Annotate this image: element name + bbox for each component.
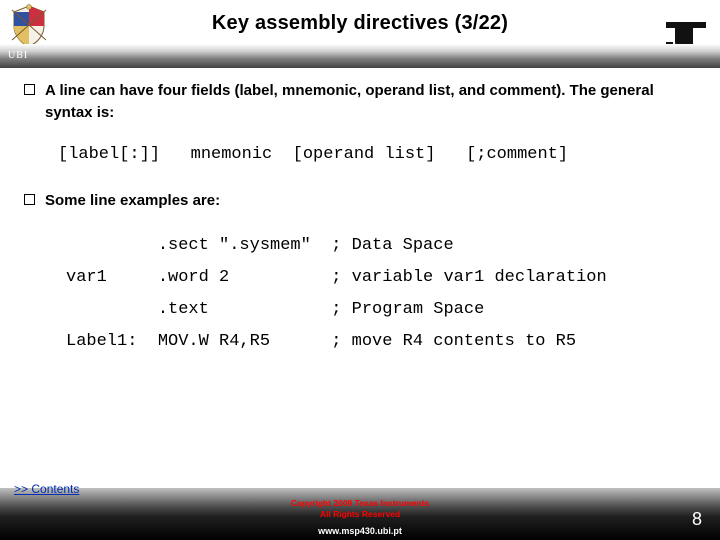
footer-url: www.msp430.ubi.pt: [0, 526, 720, 536]
slide-content: A line can have four fields (label, mnem…: [24, 80, 696, 359]
header-gradient: [0, 44, 720, 68]
copyright-block: Copyright 2009 Texas Instruments All Rig…: [0, 498, 720, 520]
crest-logo: [6, 2, 52, 48]
bullet-1: A line can have four fields (label, mnem…: [24, 80, 696, 124]
page-number: 8: [692, 509, 702, 530]
slide-header: Key assembly directives (3/22) UBI: [0, 0, 720, 68]
ubi-label: UBI: [8, 50, 28, 61]
slide-footer: >> Contents Copyright 2009 Texas Instrum…: [0, 488, 720, 540]
page-title: Key assembly directives (3/22): [0, 12, 720, 35]
bullet-box-icon: [24, 194, 35, 205]
contents-link[interactable]: >> Contents: [14, 482, 79, 496]
copyright-line-2: All Rights Reserved: [320, 509, 400, 519]
bullet-2: Some line examples are:: [24, 190, 696, 212]
syntax-line: [label[:]] mnemonic [operand list] [;com…: [58, 142, 696, 168]
bullet-2-text: Some line examples are:: [45, 190, 220, 212]
example-block: .sect ".sysmem" ; Data Space var1 .word …: [66, 230, 696, 359]
copyright-line-1: Copyright 2009 Texas Instruments: [291, 498, 429, 508]
bullet-1-text: A line can have four fields (label, mnem…: [45, 80, 696, 124]
bullet-box-icon: [24, 84, 35, 95]
